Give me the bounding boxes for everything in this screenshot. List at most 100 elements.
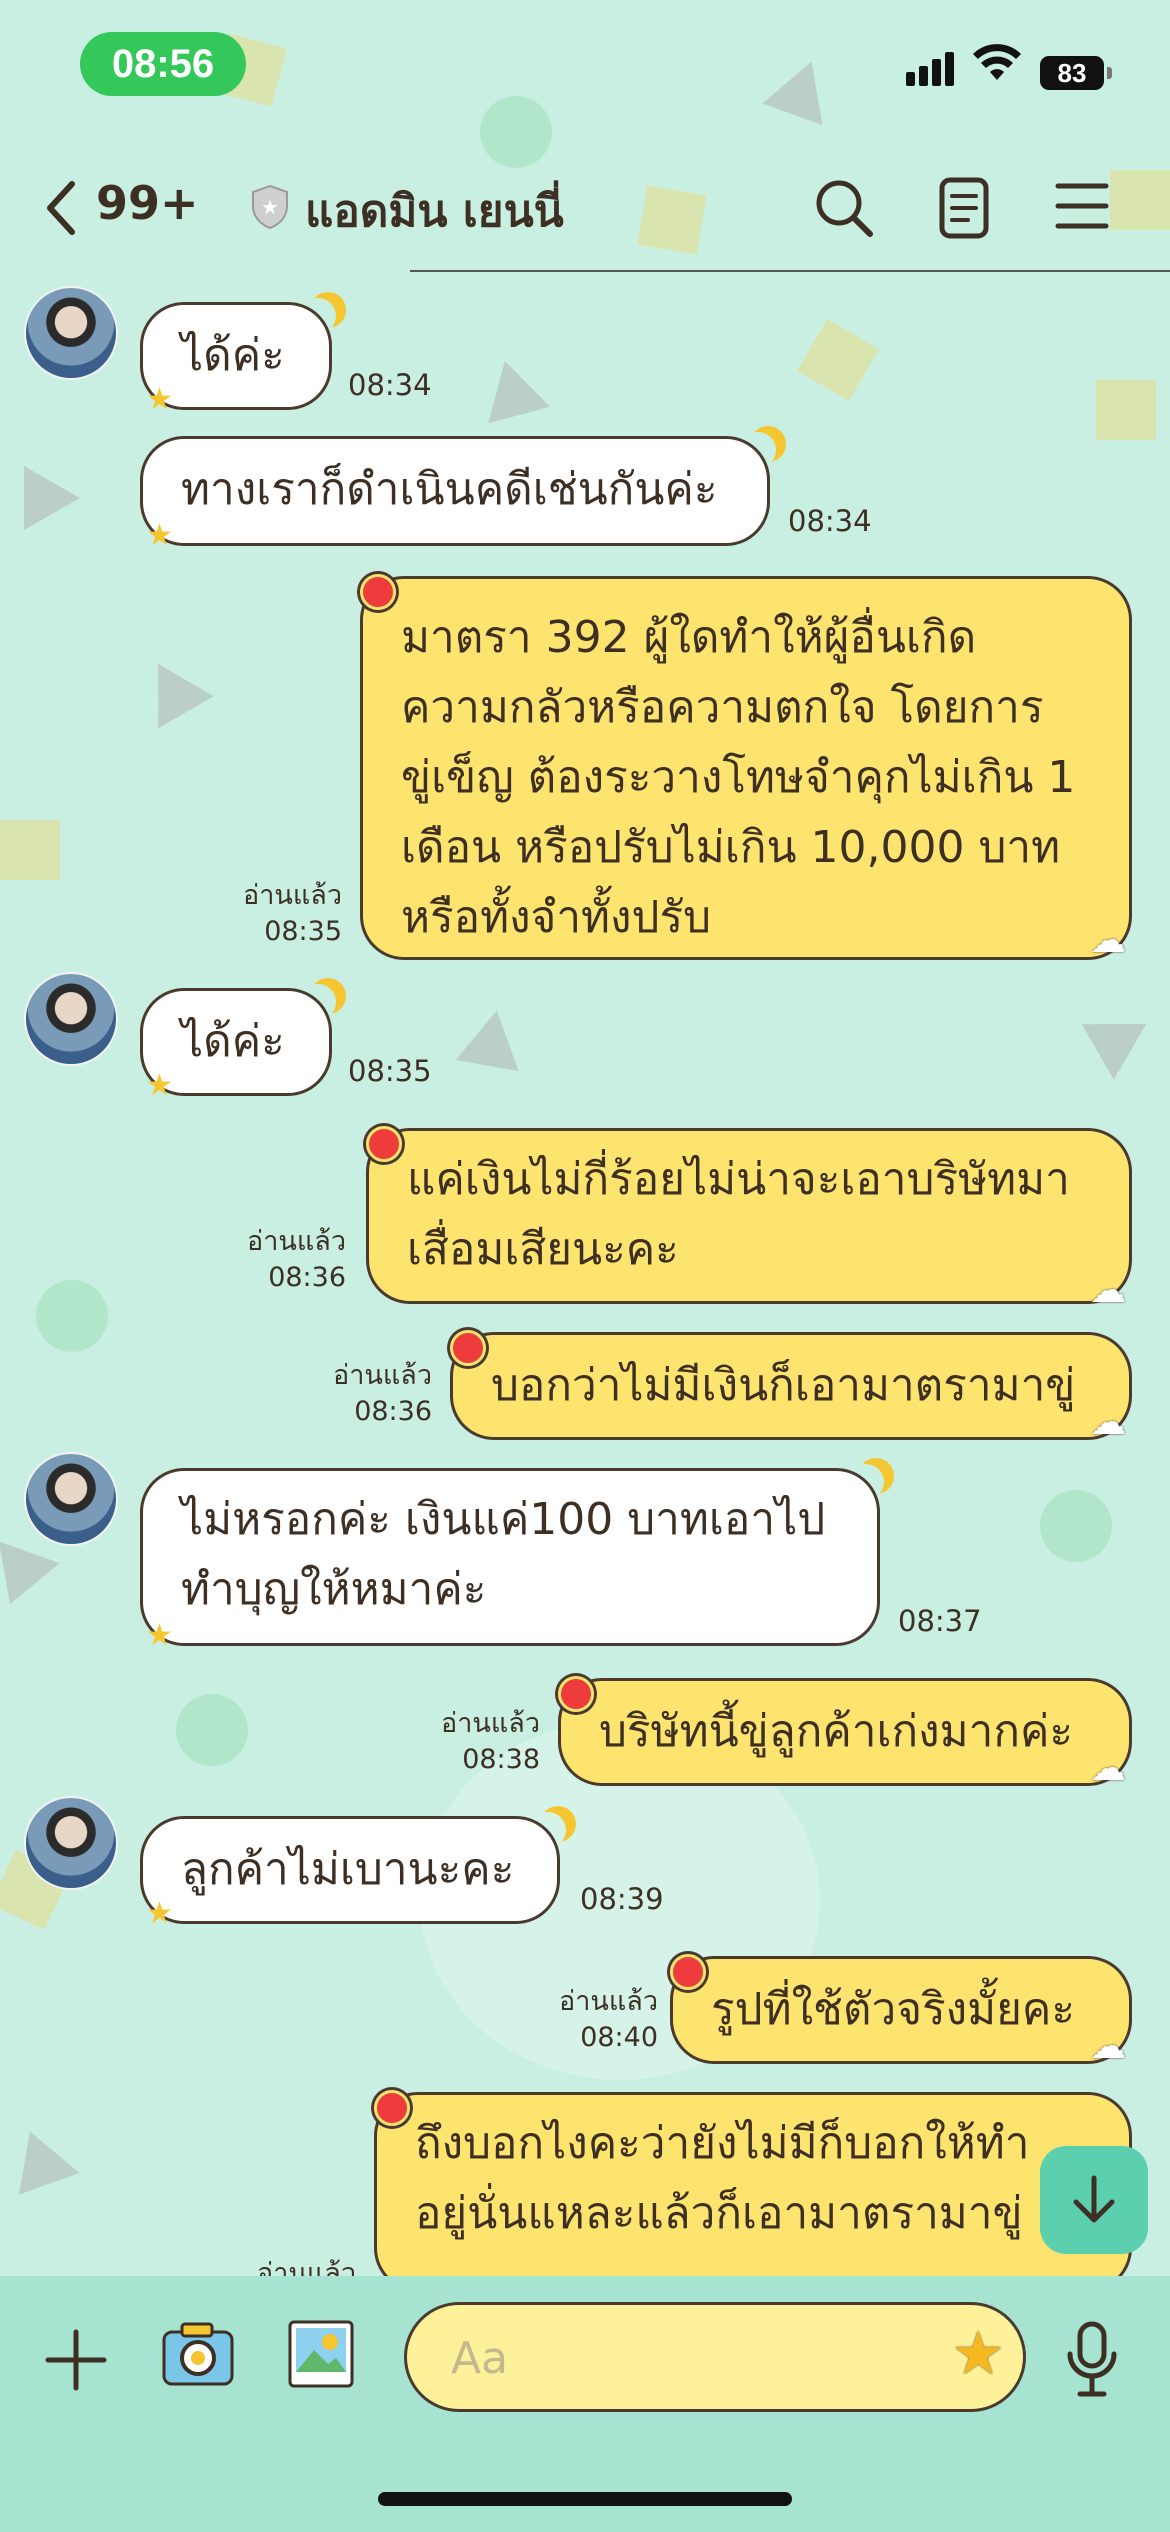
- moon-icon: [848, 1464, 884, 1500]
- note-icon[interactable]: [934, 176, 994, 240]
- star-icon: ★: [146, 1896, 173, 1931]
- message-line: ถึงบอกไงคะว่ายังไม่มีก็บอกให้ทำ: [415, 2118, 1030, 2169]
- sun-icon: [450, 1330, 486, 1366]
- read-status: อ่านแล้ว: [559, 1986, 658, 2017]
- message-text: ทางเราก็ดำเนินคดีเช่นกันค่ะ: [181, 464, 718, 515]
- cloud-icon: ☁: [1090, 1748, 1126, 1789]
- sun-icon: [374, 2090, 410, 2126]
- mic-icon[interactable]: [1064, 2320, 1120, 2400]
- read-receipt: อ่านแล้ว 08:40: [538, 1984, 658, 2056]
- scroll-to-bottom-button[interactable]: [1040, 2146, 1148, 2254]
- message-time: 08:36: [268, 1262, 346, 1293]
- bg-decoration: [1096, 380, 1156, 440]
- bg-decoration: [1081, 996, 1163, 1080]
- read-receipt: อ่านแล้ว 08:38: [420, 1706, 540, 1778]
- sun-icon: [366, 1126, 402, 1162]
- avatar[interactable]: [24, 972, 118, 1066]
- status-time: 08:56: [80, 32, 246, 96]
- message-line: ขู่เข็ญ ต้องระวางโทษจำคุกไม่เกิน 1: [401, 752, 1076, 803]
- sun-icon: [360, 574, 396, 610]
- message-line: หรือทั้งจำทั้งปรับ: [401, 892, 712, 943]
- bg-decoration: [130, 647, 214, 729]
- message-time: 08:35: [348, 1054, 432, 1088]
- search-icon[interactable]: [812, 176, 876, 240]
- message-text: บริษัทนี้ขู่ลูกค้าเก่งมากค่ะ: [599, 1706, 1074, 1757]
- message-text: ได้ค่ะ: [181, 1016, 285, 1067]
- bg-decoration: [1040, 1490, 1112, 1562]
- status-bar: 08:56 83: [0, 0, 1170, 130]
- message-time: 08:38: [462, 1744, 540, 1775]
- home-indicator: [378, 2492, 792, 2506]
- message-input-field[interactable]: [449, 2325, 893, 2391]
- chat-title: แอดมิน เยนนี่: [305, 186, 564, 237]
- read-status: อ่านแล้ว: [333, 1360, 432, 1391]
- read-status: อ่านแล้ว: [441, 1708, 540, 1739]
- camera-icon[interactable]: [160, 2318, 236, 2390]
- message-time: 08:34: [788, 504, 872, 538]
- message-input[interactable]: ★: [404, 2302, 1026, 2412]
- svg-text:★: ★: [261, 195, 279, 219]
- message-time: 08:37: [898, 1604, 982, 1638]
- star-icon: ★: [146, 518, 173, 553]
- message-time: 08:39: [580, 1882, 664, 1916]
- message-bubble-outgoing[interactable]: บอกว่าไม่มีเงินก็เอามาตรามาขู่: [450, 1332, 1132, 1440]
- message-text: บอกว่าไม่มีเงินก็เอามาตรามาขู่: [491, 1360, 1076, 1411]
- bg-decoration: [473, 352, 551, 424]
- star-icon[interactable]: ★: [951, 2319, 1005, 2389]
- message-text: ลูกค้าไม่เบานะคะ: [181, 1844, 515, 1895]
- avatar[interactable]: [24, 1796, 118, 1890]
- message-bubble-outgoing[interactable]: บริษัทนี้ขู่ลูกค้าเก่งมากค่ะ: [558, 1678, 1132, 1786]
- sun-icon: [558, 1676, 594, 1712]
- message-time: 08:34: [348, 368, 432, 402]
- battery-indicator: 83: [1040, 56, 1112, 90]
- star-icon: ★: [146, 1068, 173, 1103]
- message-line: ทำบุญให้หมาค่ะ: [181, 1564, 487, 1615]
- bg-decoration: [18, 2131, 86, 2205]
- input-bar: ★: [0, 2276, 1170, 2532]
- cloud-icon: ☁: [1090, 1270, 1126, 1311]
- moon-icon: [530, 1812, 566, 1848]
- read-receipt: อ่านแล้ว 08:35: [222, 878, 342, 950]
- avatar[interactable]: [24, 1452, 118, 1546]
- message-line: แค่เงินไม่กี่ร้อยไม่น่าจะเอาบริษัทมา: [407, 1154, 1070, 1205]
- image-icon[interactable]: [286, 2318, 356, 2390]
- message-time: 08:40: [580, 2022, 658, 2053]
- chevron-left-icon[interactable]: [42, 178, 82, 238]
- read-status: อ่านแล้ว: [247, 1226, 346, 1257]
- moon-icon: [300, 298, 336, 334]
- message-line: มาตรา 392 ผู้ใดทำให้ผู้อื่นเกิด: [401, 612, 977, 663]
- divider: [410, 270, 1170, 272]
- moon-icon: [300, 984, 336, 1020]
- read-receipt: อ่านแล้ว 08:36: [312, 1358, 432, 1430]
- arrow-down-icon: [1073, 2175, 1115, 2223]
- menu-icon[interactable]: [1052, 176, 1112, 236]
- shield-icon: ★: [252, 184, 288, 230]
- read-status: อ่านแล้ว: [243, 880, 342, 911]
- bg-decoration: [455, 1004, 529, 1072]
- moon-icon: [740, 432, 776, 468]
- star-icon: ★: [146, 1618, 173, 1653]
- bg-decoration: [24, 466, 80, 530]
- message-bubble-outgoing[interactable]: มาตรา 392 ผู้ใดทำให้ผู้อื่นเกิด ความกลัว…: [360, 576, 1132, 960]
- message-bubble-incoming[interactable]: ไม่หรอกค่ะ เงินแค่100 บาทเอาไป ทำบุญให้ห…: [140, 1468, 880, 1646]
- chat-header: 99+ ★ แอดมิน เยนนี่: [0, 150, 1170, 260]
- message-bubble-incoming[interactable]: ทางเราก็ดำเนินคดีเช่นกันค่ะ: [140, 436, 770, 546]
- message-bubble-incoming[interactable]: ลูกค้าไม่เบานะคะ: [140, 1816, 560, 1924]
- cloud-icon: ☁: [1090, 920, 1126, 961]
- unread-count[interactable]: 99+: [96, 176, 199, 230]
- bg-decoration: [36, 1280, 108, 1352]
- avatar[interactable]: [24, 286, 118, 380]
- bg-decoration: [797, 319, 879, 401]
- message-bubble-outgoing[interactable]: รูปที่ใช้ตัวจริงมั้ยคะ: [670, 1956, 1132, 2064]
- message-text: รูปที่ใช้ตัวจริงมั้ยคะ: [711, 1984, 1075, 2035]
- message-line: ไม่หรอกค่ะ เงินแค่100 บาทเอาไป: [181, 1494, 826, 1545]
- cloud-icon: ☁: [1090, 1402, 1126, 1443]
- message-bubble-outgoing[interactable]: แค่เงินไม่กี่ร้อยไม่น่าจะเอาบริษัทมา เสื…: [366, 1128, 1132, 1304]
- message-bubble-outgoing[interactable]: ถึงบอกไงคะว่ายังไม่มีก็บอกให้ทำ อยู่นั่น…: [374, 2092, 1132, 2292]
- star-icon: ★: [146, 382, 173, 417]
- message-text: ได้ค่ะ: [181, 330, 285, 381]
- message-line: เดือน หรือปรับไม่เกิน 10,000 บาท: [401, 822, 1061, 873]
- cellular-signal-icon: [906, 52, 958, 86]
- message-line: เสื่อมเสียนะคะ: [407, 1224, 679, 1275]
- plus-icon[interactable]: [44, 2328, 108, 2392]
